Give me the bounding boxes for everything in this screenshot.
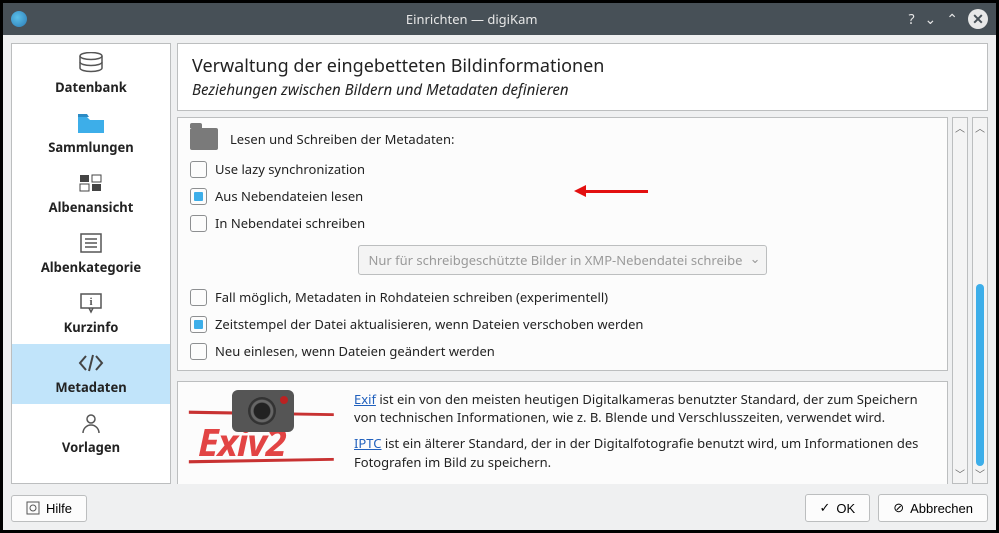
sidebar-item-albumview[interactable]: Albenansicht [12, 164, 170, 224]
window-title: Einrichten — digiKam [35, 10, 908, 28]
metadata-info-box: Exiv2 Exif ist ein von den meisten heuti… [177, 381, 948, 484]
svg-text:i: i [89, 296, 92, 308]
checkbox-lazy-sync[interactable]: Use lazy synchronization [190, 160, 935, 178]
scroll-up-icon[interactable]: ︿ [955, 120, 965, 135]
checkbox-label: Aus Nebendateien lesen [215, 187, 363, 205]
database-icon [75, 50, 107, 76]
button-label: OK [836, 501, 855, 516]
select-value: Nur für schreibgeschützte Bilder in XMP-… [369, 251, 743, 269]
scroll-down-icon[interactable]: ﹀ [955, 466, 965, 481]
scroll-down-icon[interactable]: ﹀ [975, 466, 985, 481]
settings-window: Einrichten — digiKam ? ⌄ ⌃ ✕ Datenbank [0, 0, 999, 533]
sidebar-item-label: Sammlungen [48, 138, 134, 156]
cancel-button[interactable]: ⊘ Abbrechen [878, 494, 988, 522]
close-icon[interactable]: ✕ [968, 9, 988, 29]
checkbox-icon [190, 161, 207, 178]
exif-description: Exif ist ein von den meisten heutigen Di… [354, 390, 935, 426]
list-icon [75, 230, 107, 256]
metadata-rw-group: Lesen und Schreiben der Metadaten: Use l… [177, 117, 948, 371]
sidebar-item-metadata[interactable]: Metadaten [12, 344, 170, 404]
page-header: Verwaltung der eingebetteten Bildinforma… [177, 43, 988, 111]
sidebar-item-label: Metadaten [55, 378, 126, 396]
checkbox-label: Zeitstempel der Datei aktualisieren, wen… [215, 315, 643, 333]
scrollbar-left[interactable]: ︿ ﹀ [952, 117, 968, 484]
app-icon [11, 11, 27, 27]
sidebar-item-database[interactable]: Datenbank [12, 44, 170, 104]
checkbox-icon [190, 215, 207, 232]
category-sidebar[interactable]: Datenbank Sammlungen Albenansicht [11, 43, 171, 484]
help-button[interactable]: Hilfe [11, 495, 87, 522]
checkbox-icon [190, 316, 207, 333]
scrollbar-thumb[interactable] [976, 284, 984, 466]
titlebar: Einrichten — digiKam ? ⌄ ⌃ ✕ [3, 3, 996, 35]
folder-icon [190, 128, 218, 150]
scrollbar-right[interactable]: ︿ ﹀ [972, 117, 988, 484]
checkbox-icon [190, 188, 207, 205]
sidebar-item-albumcategory[interactable]: Albenkategorie [12, 224, 170, 284]
exif-link[interactable]: Exif [354, 390, 376, 408]
help-titlebar-icon[interactable]: ? [908, 10, 914, 29]
code-icon [75, 350, 107, 376]
person-icon [75, 410, 107, 436]
sidebar-item-templates[interactable]: Vorlagen [12, 404, 170, 464]
iptc-link[interactable]: IPTC [354, 434, 381, 452]
checkbox-raw-write[interactable]: Fall möglich, Metadaten in Rohdateien sc… [190, 288, 935, 306]
cancel-icon: ⊘ [893, 500, 904, 516]
checkbox-write-sidecar[interactable]: In Nebendatei schreiben [190, 214, 935, 232]
tooltip-icon: i [75, 290, 107, 316]
button-label: Hilfe [46, 501, 72, 516]
ok-button[interactable]: ✓ OK [805, 494, 871, 522]
sidebar-item-label: Datenbank [55, 78, 127, 96]
sidecar-mode-select: Nur für schreibgeschützte Bilder in XMP-… [358, 245, 768, 275]
iptc-description: IPTC ist ein älterer Standard, der in de… [354, 434, 935, 470]
help-icon [26, 501, 40, 515]
checkbox-update-timestamp[interactable]: Zeitstempel der Datei aktualisieren, wen… [190, 315, 935, 333]
sidebar-item-label: Vorlagen [62, 438, 120, 456]
checkbox-rescan[interactable]: Neu einlesen, wenn Dateien geändert werd… [190, 342, 935, 360]
sidebar-item-label: Albenkategorie [41, 258, 141, 276]
checkbox-label: In Nebendatei schreiben [215, 214, 365, 232]
dialog-footer: Hilfe ✓ OK ⊘ Abbrechen [11, 490, 988, 522]
page-title: Verwaltung der eingebetteten Bildinforma… [192, 54, 973, 78]
sidebar-item-collections[interactable]: Sammlungen [12, 104, 170, 164]
checkbox-label: Fall möglich, Metadaten in Rohdateien sc… [215, 288, 608, 306]
grid-icon [75, 170, 107, 196]
sidebar-item-tooltip[interactable]: i Kurzinfo [12, 284, 170, 344]
group-heading: Lesen und Schreiben der Metadaten: [230, 130, 455, 148]
sidebar-item-label: Albenansicht [49, 198, 134, 216]
checkbox-icon [190, 289, 207, 306]
checkbox-label: Neu einlesen, wenn Dateien geändert werd… [215, 342, 495, 360]
check-icon: ✓ [820, 500, 831, 516]
minimize-icon[interactable]: ⌄ [925, 10, 937, 29]
sidebar-item-label: Kurzinfo [64, 318, 119, 336]
button-label: Abbrechen [910, 501, 973, 516]
exiv2-logo: Exiv2 [190, 390, 340, 462]
maximize-icon[interactable]: ⌃ [946, 10, 958, 29]
folder-icon [75, 110, 107, 136]
checkbox-label: Use lazy synchronization [215, 160, 365, 178]
checkbox-read-sidecar[interactable]: Aus Nebendateien lesen [190, 187, 935, 205]
page-subtitle: Beziehungen zwischen Bildern und Metadat… [192, 80, 973, 100]
checkbox-icon [190, 343, 207, 360]
scroll-up-icon[interactable]: ︿ [975, 120, 985, 135]
